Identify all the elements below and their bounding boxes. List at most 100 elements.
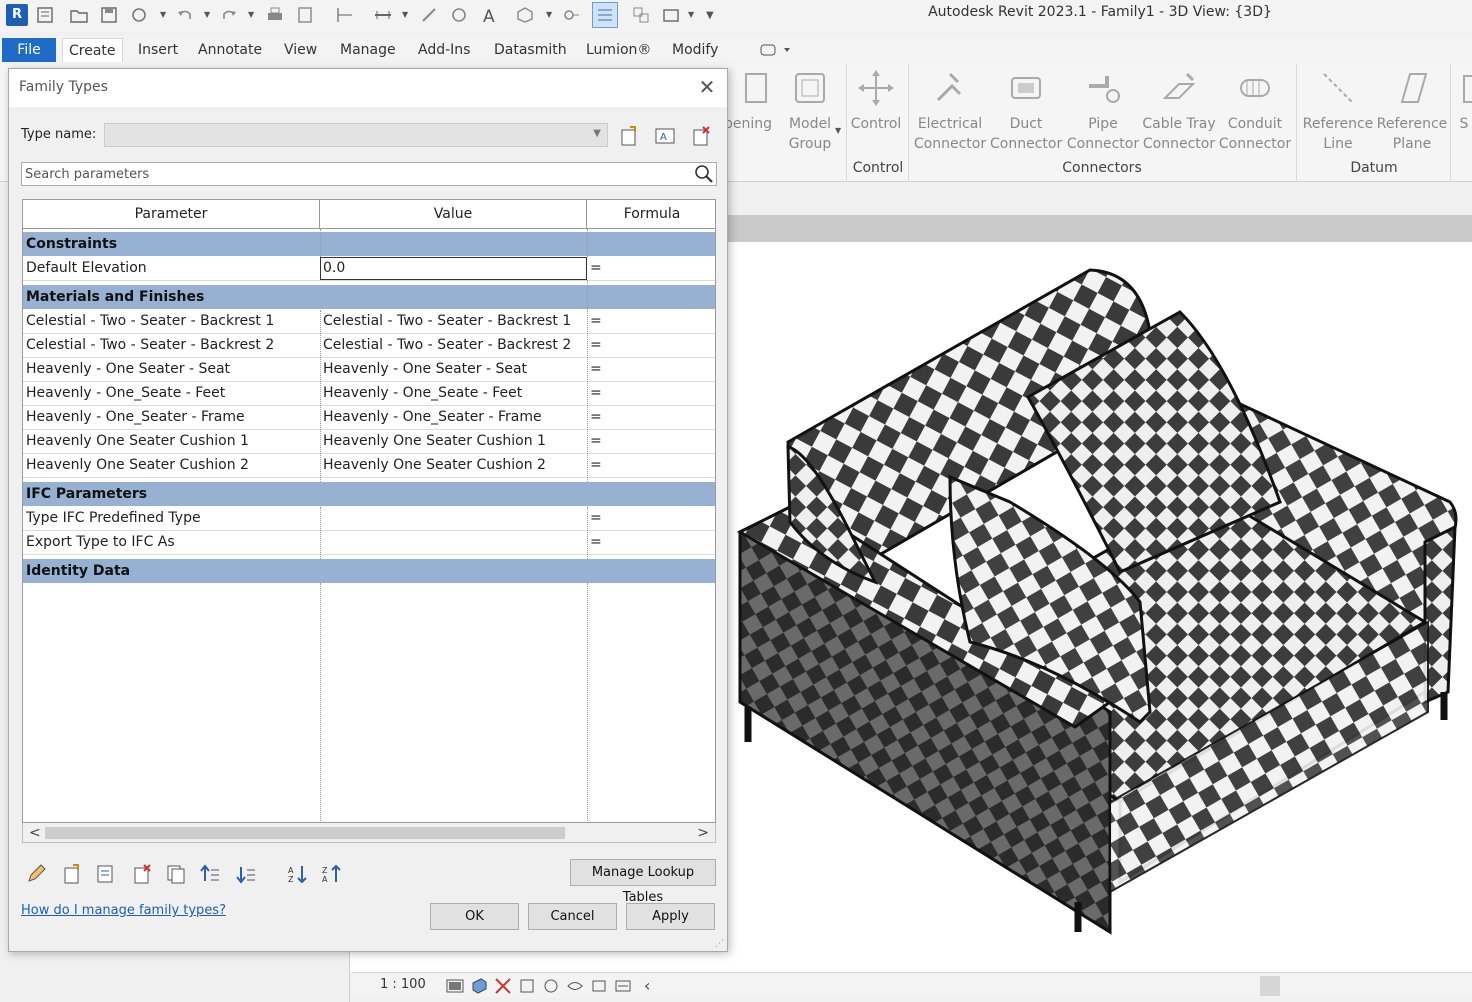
type-name-select[interactable]: ▼ <box>104 123 608 147</box>
thin-lines-icon[interactable] <box>592 2 618 28</box>
new-type-icon[interactable] <box>618 125 640 147</box>
sort-ascending-icon[interactable]: AZ <box>287 863 309 885</box>
table-row[interactable]: Heavenly - One Seater - Seat Heavenly - … <box>23 358 715 382</box>
chevron-down-icon[interactable]: ▼ <box>248 10 256 19</box>
pipe-connector-button[interactable]: Pipe Connector <box>1066 68 1140 154</box>
measure-icon[interactable] <box>336 6 354 24</box>
tab-view[interactable]: View <box>278 38 323 62</box>
panel-toggle-icon[interactable] <box>760 43 792 57</box>
search-input[interactable] <box>25 165 685 183</box>
column-header-value[interactable]: Value <box>320 200 587 229</box>
linear-dimension-icon[interactable] <box>420 6 438 24</box>
delete-type-icon[interactable] <box>690 125 712 147</box>
chevron-left-icon[interactable]: ‹ <box>644 977 662 995</box>
section-icon[interactable] <box>562 6 580 24</box>
value-cell[interactable]: Heavenly One Seater Cushion 1 <box>323 430 583 453</box>
revit-logo-icon[interactable]: R <box>6 4 28 26</box>
scrollbar-thumb[interactable] <box>45 827 565 839</box>
view-scale[interactable]: 1 : 100 <box>380 977 426 992</box>
resize-grip-icon[interactable]: ⋰ <box>715 939 725 949</box>
ok-button[interactable]: OK <box>430 903 519 930</box>
export-icon[interactable] <box>296 6 314 24</box>
tab-create[interactable]: Create <box>62 38 123 62</box>
move-up-icon[interactable] <box>199 863 221 885</box>
conduit-connector-button[interactable]: Conduit Connector <box>1218 68 1292 154</box>
new-icon[interactable] <box>36 6 54 24</box>
move-down-icon[interactable] <box>235 863 257 885</box>
sun-path-icon[interactable] <box>494 977 512 995</box>
edit-pencil-icon[interactable] <box>25 863 47 885</box>
3d-view-icon[interactable] <box>516 6 534 24</box>
tab-file[interactable]: File <box>2 38 56 62</box>
set-workplane-button[interactable]: S <box>1456 68 1472 134</box>
horizontal-scrollbar[interactable]: < > <box>22 823 716 843</box>
table-row[interactable]: Heavenly - One_Seater - Frame Heavenly -… <box>23 406 715 430</box>
dialog-title-bar[interactable]: Family Types ✕ <box>9 69 727 107</box>
chevron-down-icon[interactable]: ▼ <box>688 10 696 19</box>
value-cell[interactable]: Heavenly - One_Seate - Feet <box>323 382 583 405</box>
chevron-down-icon[interactable]: ▼ <box>204 10 212 19</box>
save-icon[interactable] <box>100 6 118 24</box>
table-row[interactable]: Celestial - Two - Seater - Backrest 1 Ce… <box>23 310 715 334</box>
visual-style-icon[interactable] <box>470 977 488 995</box>
delete-parameter-icon[interactable] <box>131 863 153 885</box>
close-icon[interactable]: ✕ <box>697 77 717 97</box>
chevron-down-icon[interactable]: ▼ <box>160 10 168 19</box>
shadows-icon[interactable] <box>518 977 536 995</box>
group-header-ifc[interactable]: IFC Parameters <box>23 482 715 506</box>
formula-cell[interactable]: = <box>590 382 710 405</box>
formula-cell[interactable]: = <box>590 334 710 357</box>
apply-button[interactable]: Apply <box>626 903 715 930</box>
chevron-down-icon[interactable]: ▼ <box>402 10 410 19</box>
formula-cell[interactable]: = <box>590 531 710 554</box>
chevron-down-icon[interactable]: ▼ <box>835 126 841 135</box>
rename-type-icon[interactable]: A <box>654 125 676 147</box>
redo-icon[interactable] <box>220 6 238 24</box>
formula-cell[interactable]: = <box>590 406 710 429</box>
open-icon[interactable] <box>70 6 88 24</box>
electrical-connector-button[interactable]: Electrical Connector <box>912 68 988 154</box>
tab-modify[interactable]: Modify <box>666 38 724 62</box>
value-cell[interactable]: Heavenly - One_Seater - Frame <box>323 406 583 429</box>
column-header-parameter[interactable]: Parameter <box>23 200 320 229</box>
scroll-right-icon[interactable]: > <box>697 823 709 843</box>
tab-lumion[interactable]: Lumion® <box>580 38 657 62</box>
print-icon[interactable] <box>266 6 284 24</box>
column-header-formula[interactable]: Formula <box>587 200 715 229</box>
parameter-properties-icon[interactable] <box>95 863 117 885</box>
group-header-materials[interactable]: Materials and Finishes <box>23 285 715 309</box>
default-elevation-input[interactable]: 0.0 <box>320 257 587 280</box>
switch-windows-icon[interactable] <box>662 6 680 24</box>
tab-add-ins[interactable]: Add-Ins <box>412 38 476 62</box>
aligned-dimension-icon[interactable] <box>374 6 392 24</box>
help-link[interactable]: How do I manage family types? <box>21 903 226 918</box>
tab-annotate[interactable]: Annotate <box>192 38 268 62</box>
formula-cell[interactable]: = <box>590 310 710 333</box>
formula-cell[interactable]: = <box>590 257 710 280</box>
formula-cell[interactable]: = <box>590 358 710 381</box>
customize-icon[interactable]: ▼ <box>706 10 714 21</box>
group-header-identity[interactable]: Identity Data <box>23 559 715 583</box>
new-parameter-icon[interactable] <box>61 863 83 885</box>
tag-icon[interactable] <box>450 6 468 24</box>
copy-parameter-icon[interactable] <box>165 863 187 885</box>
tab-manage[interactable]: Manage <box>334 38 402 62</box>
reference-plane-button[interactable]: Reference Plane <box>1376 68 1448 154</box>
search-parameters-field[interactable] <box>21 162 717 186</box>
reference-line-button[interactable]: Reference Line <box>1300 68 1376 154</box>
value-cell[interactable]: Heavenly - One Seater - Seat <box>323 358 583 381</box>
value-cell[interactable]: Celestial - Two - Seater - Backrest 1 <box>323 310 583 333</box>
group-header-constraints[interactable]: Constraints <box>23 232 715 256</box>
undo-icon[interactable] <box>176 6 194 24</box>
model-group-button[interactable]: Model Group <box>784 68 836 154</box>
table-row[interactable]: Heavenly - One_Seate - Feet Heavenly - O… <box>23 382 715 406</box>
render-icon[interactable] <box>542 977 560 995</box>
control-button[interactable]: Control <box>848 68 904 134</box>
close-windows-icon[interactable] <box>632 6 650 24</box>
duct-connector-button[interactable]: Duct Connector <box>990 68 1062 154</box>
formula-cell[interactable]: = <box>590 507 710 530</box>
scrollbar-thumb[interactable] <box>1260 976 1280 996</box>
detail-level-icon[interactable] <box>446 977 464 995</box>
value-cell[interactable]: Celestial - Two - Seater - Backrest 2 <box>323 334 583 357</box>
chevron-down-icon[interactable]: ▼ <box>546 10 554 19</box>
